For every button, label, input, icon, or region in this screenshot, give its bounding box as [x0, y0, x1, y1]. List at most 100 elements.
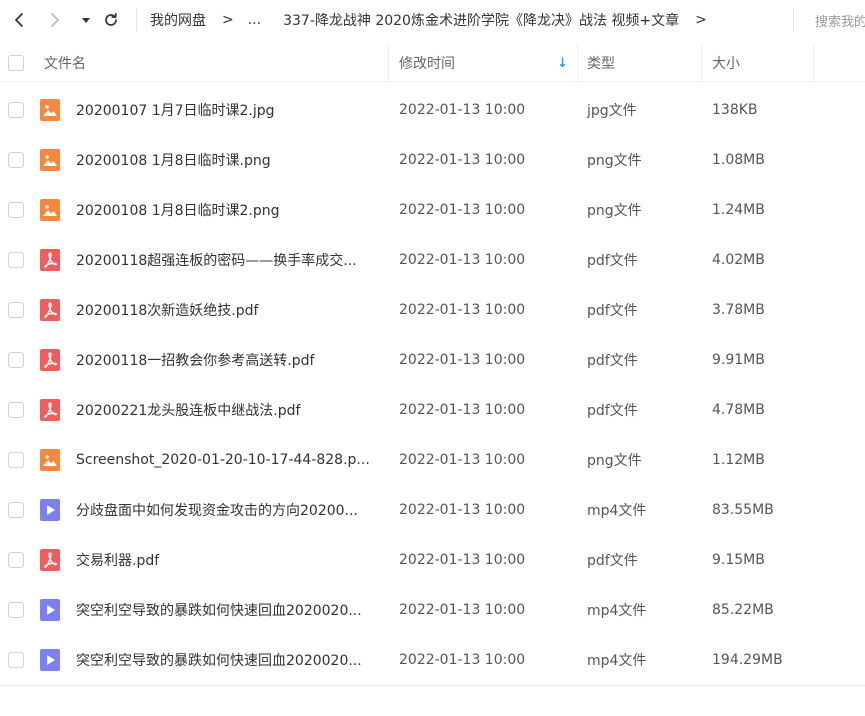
file-name[interactable]: 20200108 1月8日临时课.png: [76, 135, 271, 185]
breadcrumb: 我的网盘 > ... 337-降龙战神 2020炼金术进阶学院《降龙决》战法 视…: [150, 0, 721, 40]
row-checkbox-wrap: [8, 285, 24, 335]
file-type: png文件: [587, 153, 642, 169]
row-checkbox-wrap: [8, 135, 24, 185]
row-checkbox[interactable]: [8, 452, 24, 468]
breadcrumb-current-folder[interactable]: 337-降龙战神 2020炼金术进阶学院《降龙决》战法 视频+文章: [283, 10, 679, 30]
search-input[interactable]: 搜索我的: [815, 8, 865, 32]
column-divider[interactable]: [701, 44, 702, 82]
column-header-type[interactable]: 类型: [587, 44, 615, 82]
column-header-size[interactable]: 大小: [712, 44, 740, 82]
chevron-left-icon: [15, 13, 23, 27]
file-name[interactable]: 交易利器.pdf: [76, 535, 159, 585]
file-size: 194.29MB: [712, 652, 783, 668]
table-row[interactable]: 20200118一招教会你参考高送转.pdf 2022-01-13 10:00 pd…: [0, 335, 865, 385]
row-checkbox[interactable]: [8, 652, 24, 668]
row-checkbox-wrap: [8, 435, 24, 485]
breadcrumb-ellipsis[interactable]: ...: [248, 12, 261, 28]
column-header-name[interactable]: 文件名: [44, 44, 86, 82]
file-modified-time: 2022-01-13 10:00: [399, 652, 526, 668]
file-name[interactable]: 突空利空导致的暴跌如何快速回血2020020...: [76, 585, 362, 635]
forward-button[interactable]: [44, 8, 66, 32]
file-type: mp4文件: [587, 653, 647, 669]
table-row[interactable]: 20200107 1月7日临时课2.jpg 2022-01-13 10:00 jpg…: [0, 85, 865, 135]
table-row[interactable]: 分歧盘面中如何发现资金攻击的方向20200... 2022-01-13 10:00…: [0, 485, 865, 535]
breadcrumb-separator[interactable]: >: [695, 12, 707, 28]
file-type: pdf文件: [587, 403, 638, 419]
image-file-icon: [40, 99, 60, 121]
file-modified-time: 2022-01-13 10:00: [399, 452, 526, 468]
file-name[interactable]: 20200108 1月8日临时课2.png: [76, 185, 280, 235]
table-row[interactable]: Screenshot_2020-01-20-10-17-44-828.p... 2…: [0, 435, 865, 485]
table-row[interactable]: 突空利空导致的暴跌如何快速回血2020020... 2022-01-13 10:0…: [0, 635, 865, 685]
file-name[interactable]: 20200118一招教会你参考高送转.pdf: [76, 335, 314, 385]
file-name[interactable]: 分歧盘面中如何发现资金攻击的方向20200...: [76, 485, 358, 535]
table-row[interactable]: 突空利空导致的暴跌如何快速回血2020020... 2022-01-13 10:0…: [0, 585, 865, 635]
table-row[interactable]: 20200108 1月8日临时课.png 2022-01-13 10:00 png文…: [0, 135, 865, 185]
pdf-file-icon: [40, 249, 60, 271]
select-all-checkbox[interactable]: [8, 55, 24, 71]
column-divider[interactable]: [388, 44, 389, 82]
row-checkbox[interactable]: [8, 202, 24, 218]
row-checkbox-wrap: [8, 385, 24, 435]
file-size: 1.24MB: [712, 202, 765, 218]
file-type: pdf文件: [587, 353, 638, 369]
sort-descending-icon[interactable]: ↓: [557, 44, 568, 82]
row-checkbox[interactable]: [8, 352, 24, 368]
table-row[interactable]: 交易利器.pdf 2022-01-13 10:00 pdf文件 9.15MB: [0, 535, 865, 585]
file-name[interactable]: 20200118次新造妖绝技.pdf: [76, 285, 258, 335]
refresh-button[interactable]: [100, 8, 122, 32]
file-type: png文件: [587, 453, 642, 469]
row-checkbox[interactable]: [8, 102, 24, 118]
row-checkbox[interactable]: [8, 302, 24, 318]
row-checkbox[interactable]: [8, 152, 24, 168]
caret-down-icon: [82, 18, 90, 23]
breadcrumb-separator: >: [222, 12, 234, 28]
file-modified-time: 2022-01-13 10:00: [399, 102, 526, 118]
file-type: mp4文件: [587, 603, 647, 619]
file-modified-time: 2022-01-13 10:00: [399, 352, 526, 368]
back-button[interactable]: [8, 8, 30, 32]
video-file-icon: [40, 499, 60, 521]
refresh-icon: [105, 12, 117, 26]
file-modified-time: 2022-01-13 10:00: [399, 252, 526, 268]
table-row[interactable]: 20200118次新造妖绝技.pdf 2022-01-13 10:00 pdf文件 3…: [0, 285, 865, 335]
image-file-icon: [40, 199, 60, 221]
column-divider[interactable]: [813, 44, 814, 82]
column-divider[interactable]: [577, 44, 578, 82]
search-divider: [793, 8, 794, 32]
file-modified-time: 2022-01-13 10:00: [399, 302, 526, 318]
pdf-file-icon: [40, 299, 60, 321]
file-modified-time: 2022-01-13 10:00: [399, 602, 526, 618]
file-name[interactable]: 20200107 1月7日临时课2.jpg: [76, 85, 275, 135]
video-file-icon: [40, 599, 60, 621]
history-dropdown-button[interactable]: [78, 8, 94, 32]
table-row[interactable]: 20200118超强连板的密码——换手率成交... 2022-01-13 10:0…: [0, 235, 865, 285]
pdf-file-icon: [40, 399, 60, 421]
file-name[interactable]: 20200118超强连板的密码——换手率成交...: [76, 235, 357, 285]
table-row[interactable]: 20200221龙头股连板中继战法.pdf 2022-01-13 10:00 pdf…: [0, 385, 865, 435]
row-checkbox-wrap: [8, 85, 24, 135]
toolbar-divider: [136, 8, 137, 32]
row-checkbox[interactable]: [8, 502, 24, 518]
row-checkbox-wrap: [8, 635, 24, 685]
row-checkbox-wrap: [8, 235, 24, 285]
file-name[interactable]: Screenshot_2020-01-20-10-17-44-828.p...: [76, 435, 370, 485]
pdf-file-icon: [40, 349, 60, 371]
file-size: 1.12MB: [712, 452, 765, 468]
table-row[interactable]: 20200108 1月8日临时课2.png 2022-01-13 10:00 png…: [0, 185, 865, 235]
row-checkbox[interactable]: [8, 252, 24, 268]
column-header-modified[interactable]: 修改时间: [399, 44, 455, 82]
row-checkbox[interactable]: [8, 552, 24, 568]
search-placeholder: 搜索我的: [815, 14, 865, 30]
file-size: 83.55MB: [712, 502, 774, 518]
file-size: 4.02MB: [712, 252, 765, 268]
file-name[interactable]: 20200221龙头股连板中继战法.pdf: [76, 385, 300, 435]
file-name[interactable]: 突空利空导致的暴跌如何快速回血2020020...: [76, 635, 362, 685]
file-type: pdf文件: [587, 303, 638, 319]
file-size: 3.78MB: [712, 302, 765, 318]
file-type: pdf文件: [587, 253, 638, 269]
image-file-icon: [40, 449, 60, 471]
row-checkbox[interactable]: [8, 602, 24, 618]
row-checkbox[interactable]: [8, 402, 24, 418]
breadcrumb-root[interactable]: 我的网盘: [150, 10, 206, 30]
